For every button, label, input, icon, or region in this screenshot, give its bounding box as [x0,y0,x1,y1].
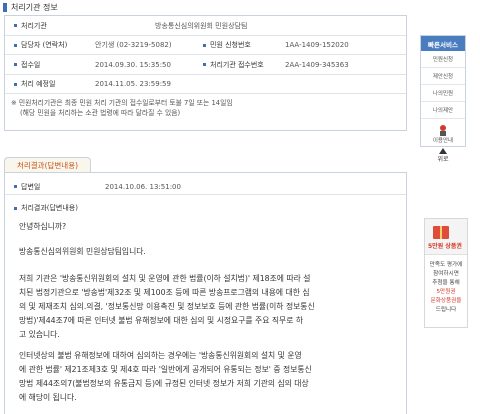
staff-row: 담당자 (연락처) 안기생 (02-3219-5082) 민원 신청번호 1AA… [5,36,406,55]
answer-paragraph-2: 인터넷상의 불법 유해정보에 대하여 심의하는 경우에는 '방송통신위원회의 설… [19,349,312,405]
gift-card-label: 5만원 상품권 [428,243,462,250]
scroll-top-label: 위로 [437,155,449,163]
survey-line: 5만원권 [436,289,456,295]
agency-receipt-no-value: 2AA-1409-345363 [285,60,349,69]
answer-line: 의 및 제재조치 심의.의결, '정보통신망 이용촉진 및 정보보호 등에 관한… [19,302,315,311]
agency-section-title-text: 처리기관 정보 [11,3,58,12]
answer-line: 인터넷상의 불법 유해정보에 대하여 심의하는 경우에는 '방송통신위원회의 설… [19,351,302,360]
answer-line: 망법 제44조의7(불법정보의 유통금지 등)에 규정된 인터넷 정보가 저희 … [19,379,309,388]
tab-result[interactable]: 처리결과(답변내용) [4,157,91,173]
agency-value: 방송통신심의위원회 민원상담팀 [155,21,248,30]
bullet-icon [14,43,17,47]
answer-line: 치된 법정기관으로 '방송법'제32조 및 제100조 등에 따른 방송프로그램… [19,288,310,297]
staff-value: 안기생 (02-3219-5082) [95,41,172,49]
quick-service-title: 빠른서비스 [421,36,465,51]
application-no-label: 민원 신청번호 [210,41,251,49]
scroll-top-button[interactable]: 위로 [432,146,454,164]
received-value: 2014.09.30. 15:35:50 [95,60,171,69]
received-label: 접수일 [21,60,41,69]
processing-note-line1: ※ 민원처리기관은 최종 민원 처리 기관의 접수일로부터 토불 7일 또는 1… [11,99,233,107]
survey-text: 만족도 평가에 참여하시면 추첨을 통해 5만원권 문화상품권을 드립니다 [425,255,467,315]
received-row: 접수일 2014.09.30. 15:35:50 처리기관 접수번호 2AA-1… [5,55,406,75]
section-marker-icon [3,3,7,12]
bullet-icon [14,206,17,210]
answer-date-value: 2014.10.06. 13:51:00 [105,182,181,191]
staff-label: 담당자 (연락처) [21,41,68,49]
bullet-icon [14,24,17,27]
quick-item-proposal-apply[interactable]: 제안신청 [421,68,465,85]
quick-item-my-complaints[interactable]: 나의민원 [421,85,465,102]
bullet-icon [14,63,17,66]
usage-guide-label: 이용안내 [432,138,454,144]
due-value: 2014.11.05. 23:59:59 [95,80,171,88]
bullet-icon [14,82,17,86]
agency-row: 처리기관 방송통신심의위원회 민원상담팀 [5,16,406,36]
answer-team-line: 방송통신심의위원회 민원상담팀입니다. [19,247,146,256]
quick-item-my-proposals[interactable]: 나의제안 [421,102,465,119]
usage-guide-link[interactable]: 이용안내 [421,119,465,149]
survey-line: 참여하시면 [433,271,459,277]
gift-icon [433,226,449,239]
answer-line: 에 관한 법률' 제21조제3호 및 제4호 따라 '일반에게 공개되어 유통되… [19,365,312,374]
result-label-row: 처리결과(답변내용) [5,201,406,215]
bullet-icon [203,43,206,47]
application-no-value: 1AA-1409-152020 [285,41,349,49]
bullet-icon [14,185,17,188]
answer-line: 에 해당이 됩니다. [19,393,77,402]
processing-note-line2: (해당 민원을 처리하는 소관 법령에 따라 달라질 수 있음) [20,109,181,117]
survey-line: 드립니다 [435,307,457,313]
survey-banner[interactable]: 5만원 상품권 만족도 평가에 참여하시면 추첨을 통해 5만원권 문화상품권을… [424,218,468,328]
guide-icon [440,125,446,136]
result-label: 처리결과(답변내용) [21,204,78,212]
agency-section-title: 처리기관 정보 [3,1,58,14]
answer-line: 고 있습니다. [19,330,60,339]
answer-date-row: 답변일 2014.10.06. 13:51:00 [5,179,406,195]
bullet-icon [203,63,206,66]
survey-line: 추첨을 통해 [432,280,460,286]
due-row: 처리 예정일 2014.11.05. 23:59:59 [5,75,406,94]
due-label: 처리 예정일 [21,80,56,88]
quick-service-panel: 빠른서비스 민원신청 제안신청 나의민원 나의제안 이용안내 [420,35,466,147]
result-box: 답변일 2014.10.06. 13:51:00 처리결과(답변내용) 안녕하십… [4,172,407,414]
agency-info-box: 처리기관 방송통신심의위원회 민원상담팀 담당자 (연락처) 안기생 (02-3… [4,15,407,131]
survey-line: 만족도 평가에 [429,262,463,268]
agency-label: 처리기관 [21,21,47,30]
answer-greeting: 안녕하십니까? [19,222,67,231]
agency-receipt-no-label: 처리기관 접수번호 [210,60,264,69]
survey-line: 문화상품권을 [430,298,462,304]
quick-item-complaint-apply[interactable]: 민원신청 [421,51,465,68]
processing-note: ※ 민원처리기관은 최종 민원 처리 기관의 접수일로부터 토불 7일 또는 1… [11,98,233,118]
answer-date-label: 답변일 [21,182,41,191]
answer-line: 저희 기관은 '방송통신위원회의 설치 및 운영에 관한 법률(이하 설치법)'… [19,274,311,283]
gift-card-graphic: 5만원 상품권 [425,219,467,255]
answer-paragraph-1: 저희 기관은 '방송통신위원회의 설치 및 운영에 관한 법률(이하 설치법)'… [19,272,315,342]
answer-line: 망법)'제44조7에 따른 인터넷 불법 유해정보에 대한 심의 및 시정요구를… [19,316,304,325]
